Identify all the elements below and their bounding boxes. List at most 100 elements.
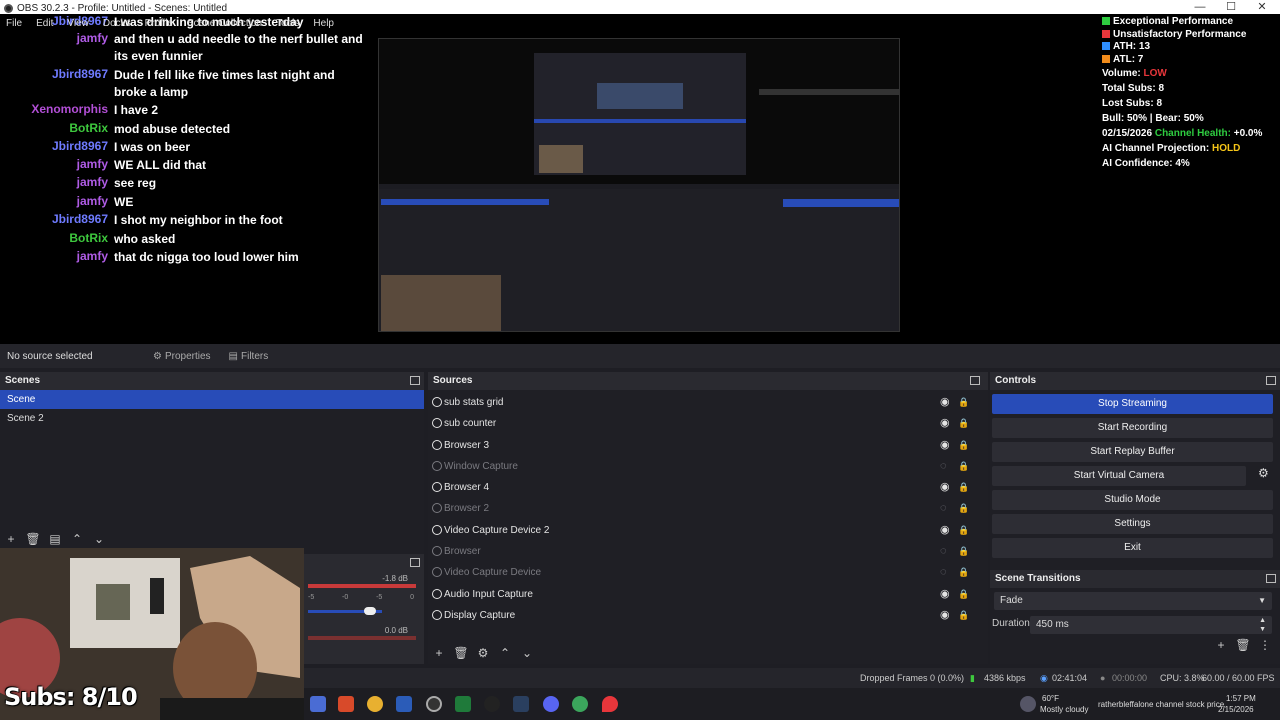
menu-help[interactable]: Help <box>313 18 334 29</box>
duration-field[interactable]: 450 ms ▲ ▼ <box>1030 616 1272 634</box>
lock-icon[interactable]: 🔒 <box>958 562 969 583</box>
more-options-icon[interactable]: ⋮ <box>1254 638 1276 652</box>
source-item[interactable]: Video Capture Device ◌ 🔒 <box>428 562 988 583</box>
lock-icon[interactable]: 🔒 <box>958 456 969 477</box>
start-replay-buffer-button[interactable]: Start Replay Buffer <box>992 442 1273 462</box>
discord-icon[interactable] <box>543 696 559 712</box>
remove-transition-icon[interactable]: 🗑 <box>1232 638 1254 652</box>
eye-icon[interactable]: ◉ <box>940 584 950 605</box>
health-label: Channel Health: <box>1154 128 1231 139</box>
mixer-undock-icon[interactable] <box>410 558 420 567</box>
eye-hidden-icon[interactable]: ◌ <box>940 456 947 477</box>
eye-hidden-icon[interactable]: ◌ <box>940 498 947 519</box>
lock-icon[interactable]: 🔒 <box>958 392 969 413</box>
chrome-icon[interactable] <box>367 696 383 712</box>
eye-icon[interactable]: ◉ <box>940 392 950 413</box>
source-item[interactable]: Browser 4 ◉ 🔒 <box>428 477 988 498</box>
source-item[interactable]: Window Capture ◌ 🔒 <box>428 456 988 477</box>
source-item[interactable]: Display Capture ◉ 🔒 <box>428 605 988 626</box>
menu-view[interactable]: View <box>67 18 89 29</box>
properties-button[interactable]: ⚙ Properties <box>147 347 217 365</box>
move-down-icon[interactable]: ⌄ <box>516 646 538 660</box>
excel-icon[interactable] <box>455 696 471 712</box>
add-transition-icon[interactable]: + <box>1210 638 1232 652</box>
menu-file[interactable]: File <box>6 18 22 29</box>
stats-legend-item: Unsatisfactory Performance <box>1098 29 1280 42</box>
menu-profile[interactable]: Profile <box>145 18 173 29</box>
source-label: Display Capture <box>444 609 516 621</box>
undock-icon[interactable] <box>1266 376 1276 385</box>
source-item[interactable]: Browser 3 ◉ 🔒 <box>428 435 988 456</box>
stop-streaming-button[interactable]: Stop Streaming <box>992 394 1273 414</box>
virtual-camera-settings-icon[interactable]: ⚙ <box>1258 466 1269 480</box>
transition-select[interactable]: Fade ▼ <box>994 592 1272 610</box>
chat-username: jamfy <box>76 249 108 263</box>
eye-icon[interactable]: ◉ <box>940 477 950 498</box>
ai-confidence: AI Confidence: 4% <box>1102 158 1190 169</box>
eye-icon[interactable]: ◉ <box>940 520 950 541</box>
lock-icon[interactable]: 🔒 <box>958 498 969 519</box>
stepper-icon[interactable]: ▲ ▼ <box>1259 616 1266 634</box>
clock-time[interactable]: 1:57 PM <box>1226 694 1256 703</box>
start-virtual-camera-button[interactable]: Start Virtual Camera <box>992 466 1246 486</box>
undock-icon[interactable] <box>410 376 420 385</box>
source-item[interactable]: Video Capture Device 2 ◉ 🔒 <box>428 520 988 541</box>
app-icon[interactable] <box>484 696 500 712</box>
source-item[interactable]: sub counter ◉ 🔒 <box>428 413 988 434</box>
eye-icon[interactable]: ◉ <box>940 435 950 456</box>
scene-item-scene-2[interactable]: Scene 2 <box>0 409 424 428</box>
undock-icon[interactable] <box>970 376 980 385</box>
legend-label: Unsatisfactory Performance <box>1113 28 1247 40</box>
source-item[interactable]: Browser 2 ◌ 🔒 <box>428 498 988 519</box>
maps-icon[interactable] <box>602 696 618 712</box>
powerpoint-icon[interactable] <box>338 696 354 712</box>
menu-tools[interactable]: Tools <box>276 18 299 29</box>
volume-slider-handle[interactable] <box>364 607 376 615</box>
lock-icon[interactable]: 🔒 <box>958 584 969 605</box>
menu-scene-collection[interactable]: Scene Collection <box>187 18 262 29</box>
eye-hidden-icon[interactable]: ◌ <box>940 541 947 562</box>
eye-hidden-icon[interactable]: ◌ <box>940 562 947 583</box>
remove-scene-icon[interactable]: 🗑 <box>22 532 44 546</box>
start-recording-button[interactable]: Start Recording <box>992 418 1273 438</box>
word-icon[interactable] <box>396 696 412 712</box>
move-up-icon[interactable]: ⌃ <box>494 646 516 660</box>
preview-canvas[interactable]: Jbird8967 I was drinking to much yesterda… <box>0 14 1280 344</box>
scene-filters-icon[interactable]: ▤ <box>44 532 66 546</box>
settings-button[interactable]: Settings <box>992 514 1273 534</box>
eye-icon[interactable]: ◉ <box>940 413 950 434</box>
dropped-frames: Dropped Frames 0 (0.0%) <box>860 673 965 683</box>
lock-icon[interactable]: 🔒 <box>958 477 969 498</box>
windows-taskbar: 60°F Mostly cloudy ratherbleffalone chan… <box>304 688 1280 720</box>
source-item[interactable]: Browser ◌ 🔒 <box>428 541 988 562</box>
source-item[interactable]: Audio Input Capture ◉ 🔒 <box>428 584 988 605</box>
remove-source-icon[interactable]: 🗑 <box>450 646 472 660</box>
controls-body: Stop Streaming Start Recording Start Repla… <box>990 390 1280 572</box>
source-properties-icon[interactable]: ⚙ <box>472 646 494 660</box>
menu-docks[interactable]: Docks <box>103 18 131 29</box>
add-scene-icon[interactable]: + <box>0 532 22 546</box>
steam-icon[interactable] <box>513 696 529 712</box>
clock-date[interactable]: 2/15/2026 <box>1218 705 1254 714</box>
undock-icon[interactable] <box>1266 574 1276 583</box>
stream-time: 02:41:04 <box>1052 673 1088 683</box>
studio-mode-button[interactable]: Studio Mode <box>992 490 1273 510</box>
filters-button[interactable]: ▤ Filters <box>223 347 275 365</box>
chrome-profile-icon[interactable] <box>572 696 588 712</box>
move-down-icon[interactable]: ⌄ <box>88 532 110 546</box>
lock-icon[interactable]: 🔒 <box>958 413 969 434</box>
source-item[interactable]: sub stats grid ◉ 🔒 <box>428 392 988 413</box>
add-source-icon[interactable]: + <box>428 646 450 660</box>
lock-icon[interactable]: 🔒 <box>958 520 969 541</box>
move-up-icon[interactable]: ⌃ <box>66 532 88 546</box>
lock-icon[interactable]: 🔒 <box>958 541 969 562</box>
eye-icon[interactable]: ◉ <box>940 605 950 626</box>
menu-edit[interactable]: Edit <box>36 18 53 29</box>
copilot-icon[interactable] <box>310 696 326 712</box>
chat-username: jamfy <box>76 31 108 45</box>
lock-icon[interactable]: 🔒 <box>958 435 969 456</box>
exit-button[interactable]: Exit <box>992 538 1273 558</box>
scene-item-scene[interactable]: Scene <box>0 390 424 409</box>
lock-icon[interactable]: 🔒 <box>958 605 969 626</box>
obs-taskbar-icon[interactable] <box>426 696 442 712</box>
